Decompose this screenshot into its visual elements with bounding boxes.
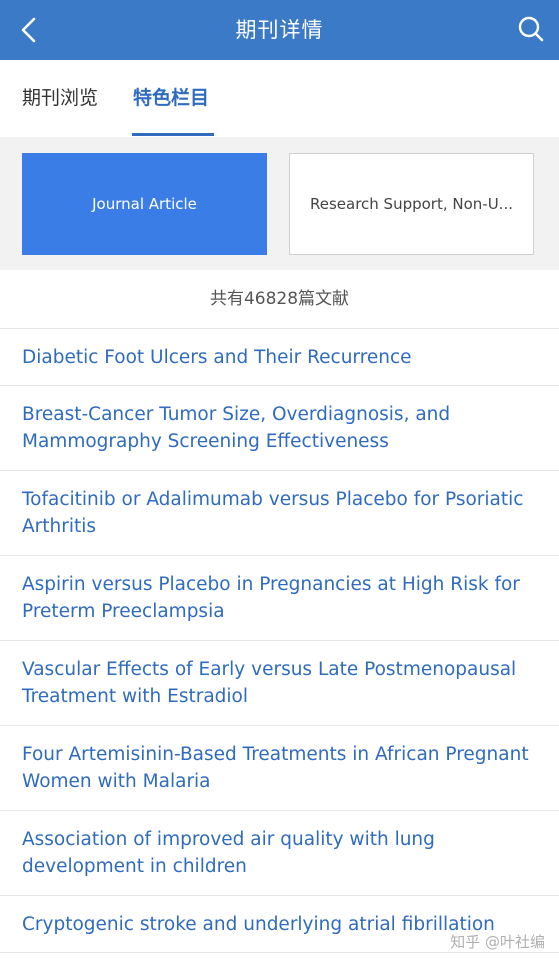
watermark: 知乎 @叶社编 [450, 933, 545, 951]
tab-bar: 期刊浏览 特色栏目 [0, 60, 559, 137]
tab-journal-browse[interactable]: 期刊浏览 [22, 60, 98, 137]
category-journal-article[interactable]: Journal Article [22, 153, 267, 255]
article-item[interactable]: Association of improved air quality with… [0, 811, 559, 896]
article-count: 共有46828篇文献 [0, 270, 559, 329]
article-title: Association of improved air quality with… [22, 829, 435, 877]
app-header: 期刊详情 [0, 0, 559, 60]
category-research-support[interactable]: Research Support, Non-U... [289, 153, 534, 255]
article-item[interactable]: Breast-Cancer Tumor Size, Overdiagnosis,… [0, 386, 559, 471]
article-title: Aspirin versus Placebo in Pregnancies at… [22, 574, 520, 622]
article-list: Diabetic Foot Ulcers and Their Recurrenc… [0, 329, 559, 953]
article-item[interactable]: Tofacitinib or Adalimumab versus Placebo… [0, 471, 559, 556]
article-item[interactable]: Vascular Effects of Early versus Late Po… [0, 641, 559, 726]
search-icon[interactable] [517, 15, 545, 43]
article-item[interactable]: Four Artemisinin-Based Treatments in Afr… [0, 726, 559, 811]
article-item[interactable]: Aspirin versus Placebo in Pregnancies at… [0, 556, 559, 641]
article-title: Vascular Effects of Early versus Late Po… [22, 659, 517, 707]
tab-featured-columns[interactable]: 特色栏目 [133, 60, 209, 137]
article-title: Tofacitinib or Adalimumab versus Placebo… [22, 489, 524, 537]
article-item[interactable]: Diabetic Foot Ulcers and Their Recurrenc… [0, 329, 559, 386]
category-selector: Journal Article Research Support, Non-U.… [0, 137, 559, 270]
article-title: Four Artemisinin-Based Treatments in Afr… [22, 744, 529, 792]
page-title: 期刊详情 [235, 18, 324, 42]
category-label: Research Support, Non-U... [309, 195, 513, 213]
article-title: Cryptogenic stroke and underlying atrial… [22, 913, 495, 935]
category-label: Journal Article [92, 195, 197, 213]
article-title: Diabetic Foot Ulcers and Their Recurrenc… [22, 346, 412, 368]
article-title: Breast-Cancer Tumor Size, Overdiagnosis,… [22, 404, 451, 452]
active-tab-indicator [132, 133, 214, 136]
